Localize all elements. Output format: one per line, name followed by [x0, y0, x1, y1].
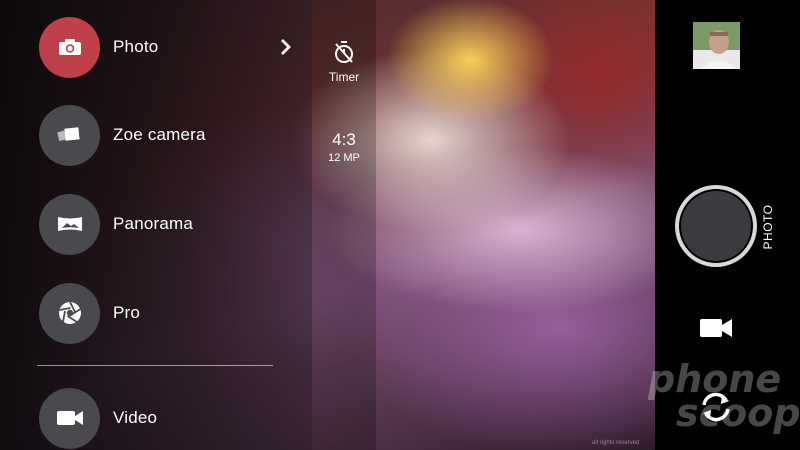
aspect-ratio-button[interactable]: 4:3 12 MP: [312, 130, 376, 164]
timer-label: Timer: [328, 70, 360, 84]
mode-photo-circle: [39, 16, 100, 78]
mode-photo-label: Photo: [113, 37, 159, 56]
mode-video-circle: [39, 387, 100, 449]
video-mode-icon[interactable]: [699, 316, 733, 340]
mode-zoe-camera[interactable]: Zoe camera: [39, 104, 206, 166]
watermark-line2: scoop: [676, 391, 800, 435]
timer-button[interactable]: Timer: [312, 40, 376, 84]
mode-panorama[interactable]: Panorama: [39, 193, 194, 255]
camera-icon: [58, 39, 81, 55]
resolution-value: 12 MP: [328, 152, 360, 164]
gallery-thumbnail[interactable]: [693, 22, 740, 69]
panorama-icon: [57, 217, 82, 231]
mode-zoe-circle: [39, 104, 100, 166]
mode-pro[interactable]: Pro: [39, 282, 141, 344]
mode-panorama-circle: [39, 193, 100, 255]
copyright-caption: all rights reserved: [592, 440, 640, 446]
shutter-inner: [681, 191, 751, 261]
mode-pro-circle: [39, 282, 100, 344]
mode-pro-label: Pro: [113, 303, 141, 322]
timer-icon: [335, 41, 353, 63]
chevron-right-icon[interactable]: [278, 37, 294, 57]
mode-photo[interactable]: Photo: [39, 16, 159, 78]
mode-panorama-label: Panorama: [113, 214, 194, 233]
mode-video-label: Video: [113, 408, 158, 427]
mode-video[interactable]: Video: [39, 387, 158, 449]
selfie-photo-icon: [693, 22, 740, 69]
current-mode-label: PHOTO: [761, 204, 775, 250]
zoe-camera-icon: [56, 127, 80, 142]
watermark: phone scoop: [648, 360, 800, 437]
mode-divider: [37, 365, 273, 366]
video-camera-icon: [56, 411, 83, 425]
shutter-button[interactable]: [675, 185, 757, 267]
aperture-icon: [58, 301, 81, 324]
mode-zoe-label: Zoe camera: [113, 125, 206, 144]
aspect-ratio-value: 4:3: [332, 130, 356, 149]
